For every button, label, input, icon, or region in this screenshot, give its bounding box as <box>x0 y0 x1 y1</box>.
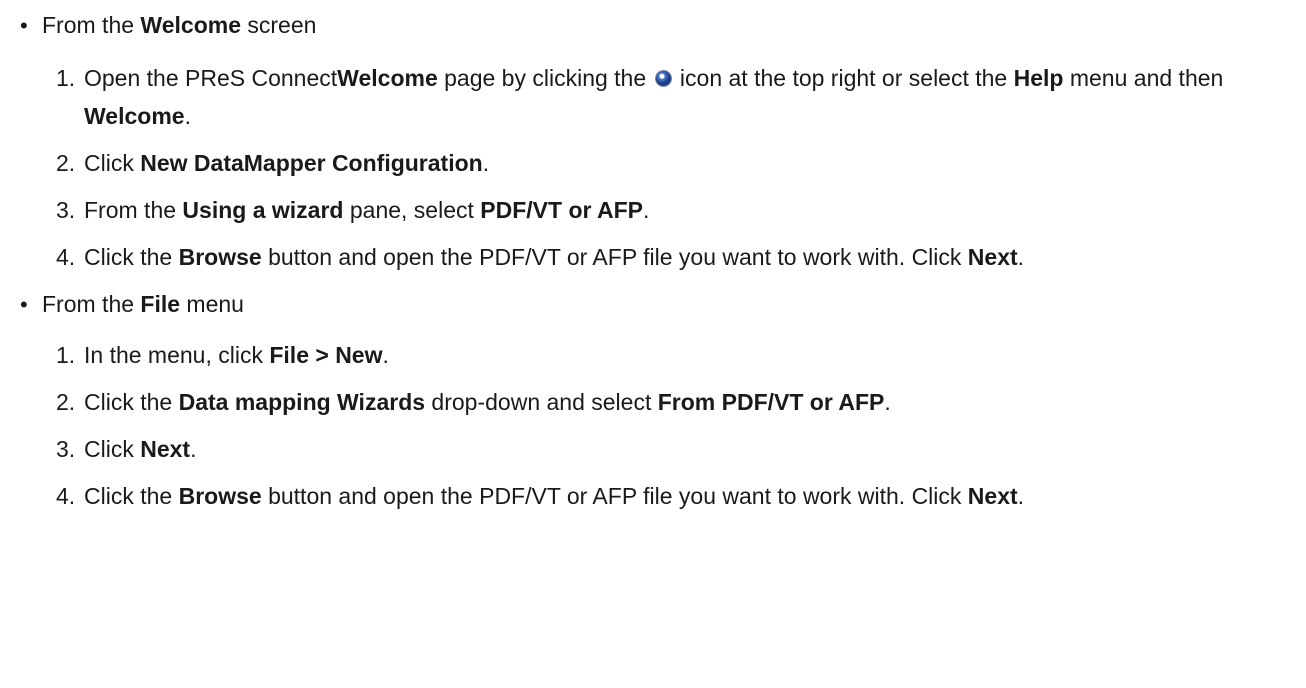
bullet-dot: • <box>20 13 28 38</box>
step-number: 3. <box>56 436 76 462</box>
step-item: 2. Click the Data mapping Wizards drop-d… <box>0 383 1306 421</box>
step-number: 1. <box>56 342 76 368</box>
step-item: 4. Click the Browse button and open the … <box>0 238 1194 276</box>
step-number: 4. <box>56 483 76 509</box>
step-item: 2. Click New DataMapper Configuration. <box>0 144 1306 182</box>
step-number: 4. <box>56 244 76 270</box>
bullet-dot: • <box>20 292 28 317</box>
step-number: 2. <box>56 150 76 176</box>
step-number: 2. <box>56 389 76 415</box>
welcome-steps-list: 1. Open the PReS ConnectWelcome page by … <box>0 59 1306 276</box>
step-number: 1. <box>56 65 76 91</box>
step-item: 4. Click the Browse button and open the … <box>0 477 1194 515</box>
welcome-globe-icon <box>654 70 672 87</box>
step-number: 3. <box>56 197 76 223</box>
step-item: 1. In the menu, click File > New. <box>0 336 1306 374</box>
step-item: 3. From the Using a wizard pane, select … <box>0 191 1306 229</box>
step-item: 1. Open the PReS ConnectWelcome page by … <box>0 59 1306 135</box>
file-menu-steps-list: 1. In the menu, click File > New. 2. Cli… <box>0 336 1306 515</box>
bullet-intro: • From the Welcome screen <box>20 2 1306 49</box>
bullet-intro: • From the File menu <box>20 281 1306 328</box>
bullet-item-welcome: • From the Welcome screen <box>0 0 1306 49</box>
step-item: 3. Click Next. <box>0 430 1306 468</box>
instructions-document: • From the Welcome screen 1. Open the PRe… <box>0 0 1306 524</box>
bullet-item-file-menu: • From the File menu <box>0 281 1306 328</box>
